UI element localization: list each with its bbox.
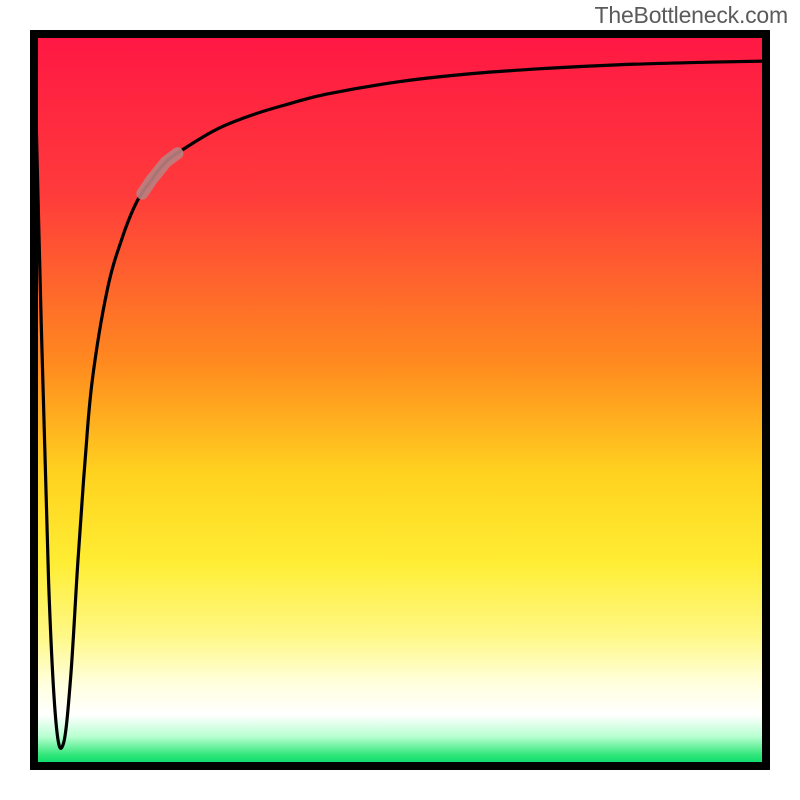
- chart-container: TheBottleneck.com: [0, 0, 800, 800]
- plot-area: [30, 30, 770, 770]
- attribution-label: TheBottleneck.com: [595, 2, 788, 29]
- plot-svg: [30, 30, 770, 770]
